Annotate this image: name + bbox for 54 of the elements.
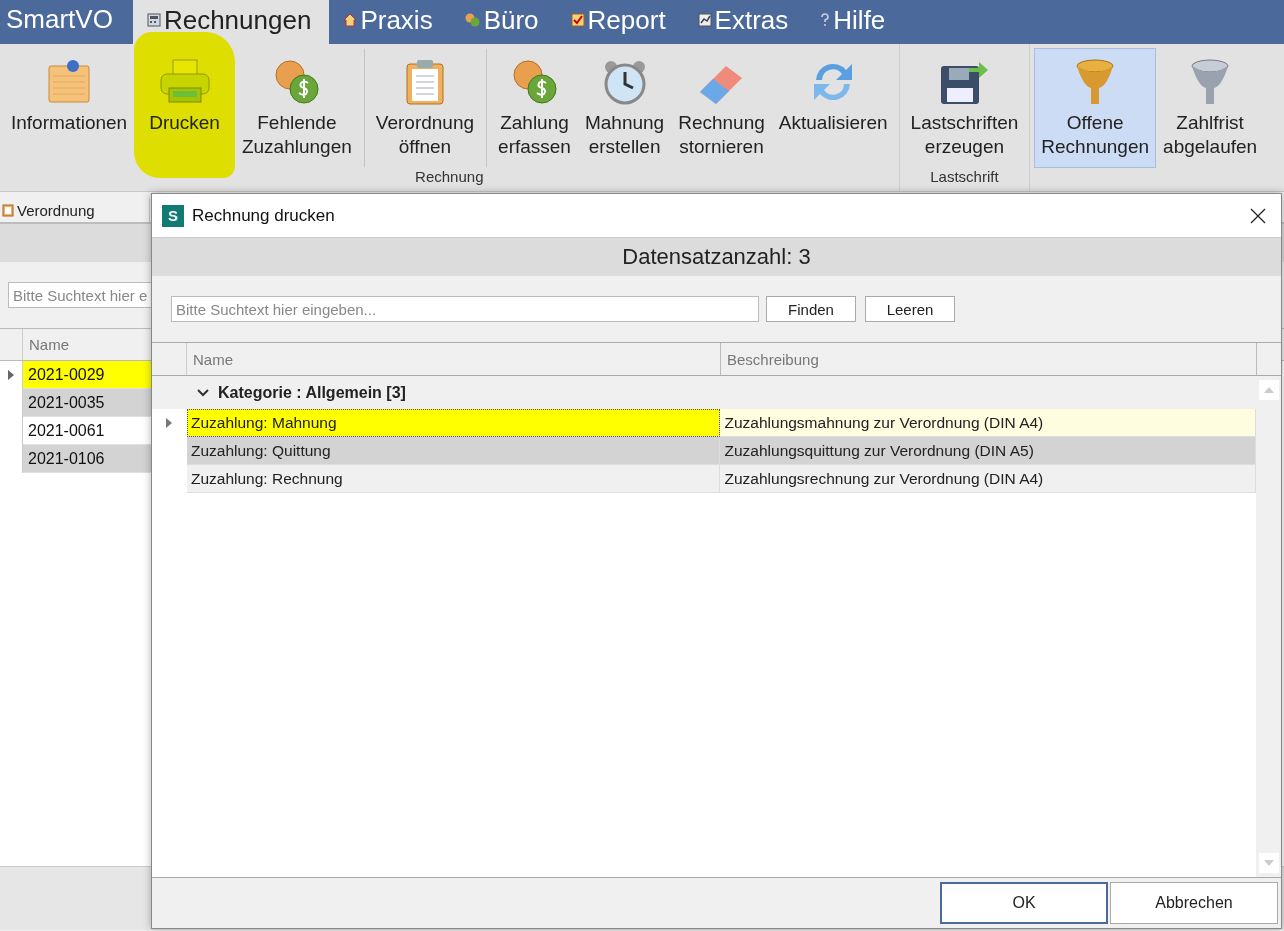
column-header[interactable]: Name: [187, 343, 721, 375]
menu-tab[interactable]: Extras: [683, 0, 807, 44]
menu-tab[interactable]: Praxis: [329, 0, 451, 44]
group-label: Rechnung: [415, 168, 484, 185]
ribbon-button[interactable]: Verordnung öffnen: [362, 48, 482, 168]
document-tab[interactable]: Verordnung: [0, 198, 150, 222]
scroll-up-button[interactable]: [1258, 380, 1279, 400]
row-indicator-icon: [8, 370, 14, 380]
ribbon-button[interactable]: Aktualisieren: [771, 48, 895, 168]
ribbon-button[interactable]: Rechnung stornieren: [671, 48, 772, 168]
group-row[interactable]: Kategorie : Allgemein [3]: [152, 376, 1256, 409]
ribbon-button[interactable]: Lastschriften erzeugen: [903, 48, 1026, 168]
scroll-down-button[interactable]: [1258, 853, 1279, 873]
menu-tab[interactable]: Büro: [450, 0, 557, 44]
ribbon-button[interactable]: Drucken: [134, 32, 235, 178]
clipboard-icon: [2, 203, 14, 217]
row-indicator-icon: [166, 418, 173, 428]
record-count: Datensatzanzahl: 3: [622, 244, 811, 270]
group-label: Lastschrift: [930, 168, 999, 185]
dialog-button[interactable]: OK: [940, 882, 1108, 924]
down-arrow-icon: [1263, 860, 1274, 866]
ribbon-button[interactable]: Zahlung erfassen: [485, 48, 578, 168]
search-field[interactable]: Bitte Suchtext hier eingeben...: [171, 296, 759, 322]
house-icon: [343, 13, 358, 27]
dialog-title: Rechnung drucken: [192, 205, 336, 226]
help-icon: [820, 13, 831, 27]
coins-icon: [510, 58, 559, 106]
column-header[interactable]: Beschreibung: [721, 343, 1257, 375]
search-button[interactable]: Leeren: [865, 296, 955, 322]
search-button[interactable]: Finden: [766, 296, 856, 322]
ribbon-button[interactable]: Offene Rechnungen: [1034, 48, 1157, 168]
table-cell: Zuzahlung: Rechnung: [186, 465, 721, 493]
table-cell: Zuzahlungsrechnung zur Verordnung (DIN A4): [720, 465, 1256, 493]
coins-icon: [272, 58, 321, 106]
calculator-icon: [146, 13, 161, 27]
menu-tab[interactable]: Report: [556, 0, 684, 44]
table-cell: Zuzahlung: Quittung: [186, 437, 721, 465]
table-cell: Zuzahlung: Mahnung: [186, 409, 721, 437]
up-arrow-icon: [1263, 387, 1274, 393]
table-cell: Zuzahlungsquittung zur Verordnung (DIN A5): [720, 437, 1256, 465]
app-title: SmartVO: [5, 3, 114, 36]
checklist-icon: [570, 13, 585, 27]
ribbon-button[interactable]: Informationen: [4, 48, 135, 168]
menu-tab[interactable]: Hilfe: [806, 0, 904, 44]
app-badge: S: [162, 204, 184, 227]
dialog-button[interactable]: Abbrechen: [1110, 882, 1278, 924]
coins-icon: [464, 13, 481, 27]
ribbon-button[interactable]: Zahlfrist abgelaufen: [1156, 48, 1265, 168]
ribbon-button[interactable]: Mahnung erstellen: [577, 48, 672, 168]
close-icon: [1250, 207, 1266, 224]
printer-icon: [158, 58, 211, 106]
table-cell: Zuzahlungsmahnung zur Verordnung (DIN A4): [720, 409, 1256, 437]
ribbon-button[interactable]: Fehlende Zuzahlungen: [234, 48, 359, 168]
chart-icon: [697, 13, 712, 27]
